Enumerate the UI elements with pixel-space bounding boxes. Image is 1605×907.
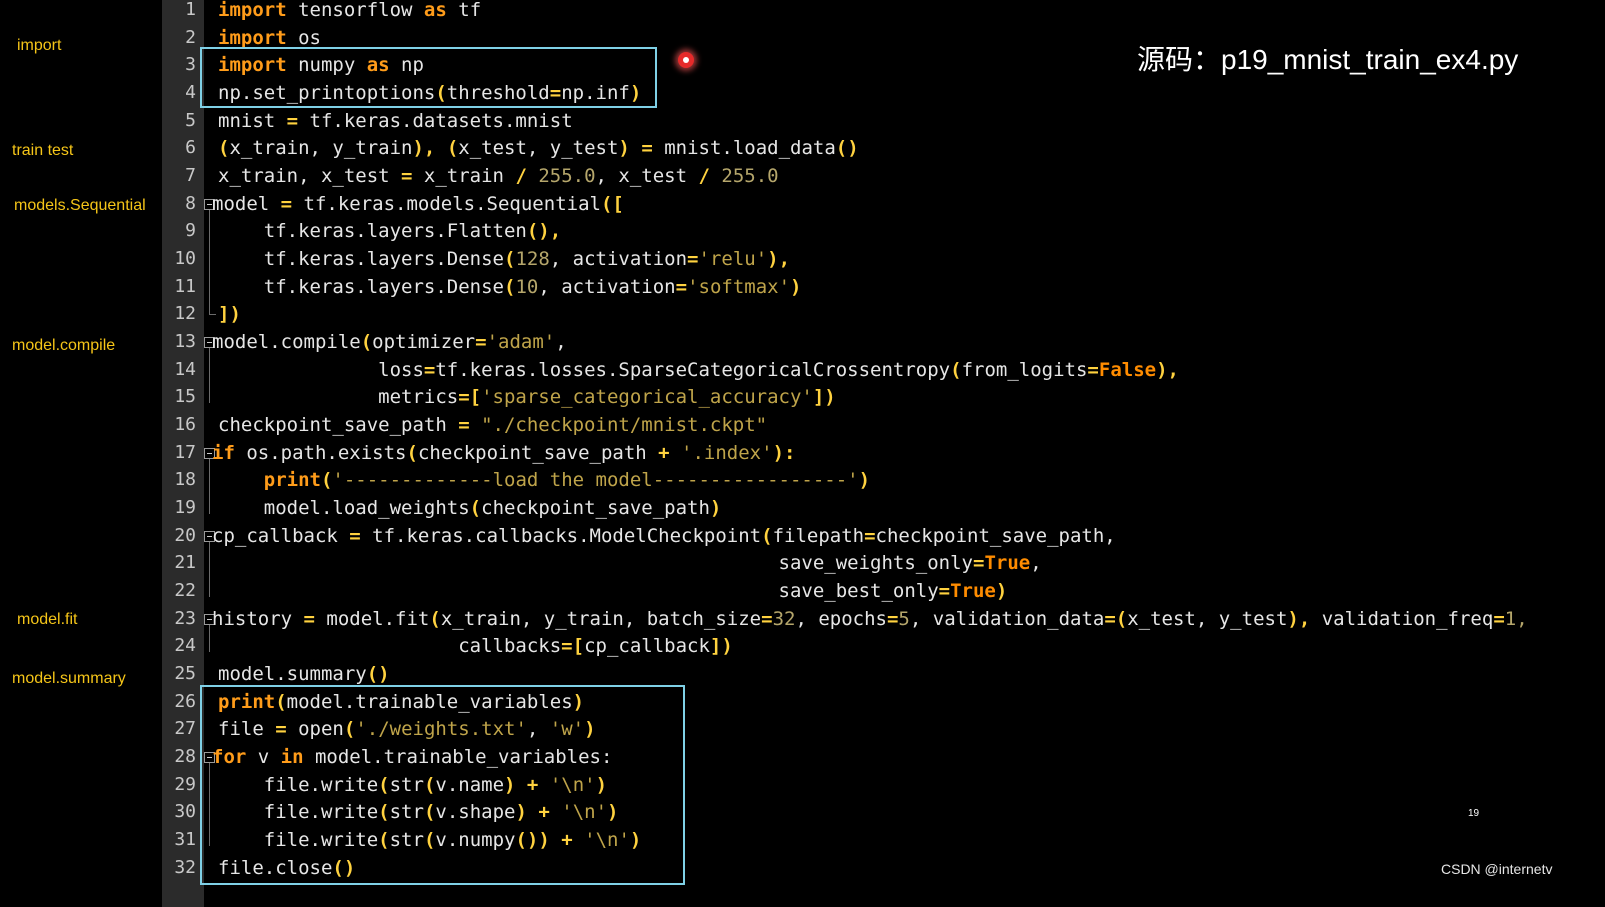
- line-number: 20: [174, 525, 196, 546]
- section-label-train-test: train test: [12, 142, 74, 159]
- section-label-import: import: [17, 37, 62, 54]
- fold-guide: [209, 348, 210, 403]
- section-label-sequential: models.Sequential: [14, 197, 146, 214]
- code-line: callbacks=[cp_callback]): [218, 635, 733, 657]
- fold-guide-end: [209, 314, 216, 315]
- fold-guide: [209, 210, 210, 314]
- fold-guide: [209, 542, 210, 597]
- line-number: 32: [174, 857, 196, 878]
- section-label-summary: model.summary: [12, 670, 126, 687]
- code-line: save_best_only=True): [218, 580, 1008, 602]
- code-line: mnist = tf.keras.datasets.mnist: [218, 110, 573, 132]
- line-number: 7: [185, 165, 196, 186]
- line-number: 31: [174, 829, 196, 850]
- code-line: print('-------------load the model------…: [263, 469, 871, 491]
- line-number: 17: [174, 442, 196, 463]
- line-number: 22: [174, 580, 196, 601]
- line-number: 25: [174, 663, 196, 684]
- line-number: 23: [174, 608, 196, 629]
- watermark: CSDN @internetv: [1441, 861, 1553, 877]
- line-number: 5: [185, 110, 196, 131]
- code-line: (x_train, y_train), (x_test, y_test) = m…: [218, 137, 859, 159]
- highlight-box-export-weights: [200, 685, 685, 885]
- code-line: model.load_weights(checkpoint_save_path): [218, 497, 722, 519]
- highlight-box-numpy: [200, 47, 657, 108]
- line-number: 1: [185, 0, 196, 20]
- code-line: import tensorflow as tf: [218, 0, 482, 21]
- line-number: 29: [174, 774, 196, 795]
- code-line: loss=tf.keras.losses.SparseCategoricalCr…: [218, 359, 1179, 381]
- code-line: tf.keras.layers.Flatten(),: [218, 220, 562, 242]
- line-number: 30: [174, 801, 196, 822]
- line-number-gutter: 1 2 3 4 5 6 7 8 9 10 11 12 13 14 15 16 1…: [162, 0, 204, 907]
- code-line: save_weights_only=True,: [218, 552, 1042, 574]
- code-line: model = tf.keras.models.Sequential([: [212, 193, 624, 215]
- line-number: 15: [174, 386, 196, 407]
- line-number: 8: [185, 193, 196, 214]
- fold-guide: [209, 625, 210, 652]
- line-number: 16: [174, 414, 196, 435]
- section-label-compile: model.compile: [12, 337, 116, 354]
- line-number: 18: [174, 469, 196, 490]
- line-number: 14: [174, 359, 196, 380]
- line-number: 24: [174, 635, 196, 656]
- code-line: tf.keras.layers.Dense(10, activation='so…: [218, 276, 802, 298]
- code-line: ]): [218, 303, 241, 325]
- line-number: 9: [185, 220, 196, 241]
- code-line: model.summary(): [218, 663, 390, 685]
- line-number: 19: [174, 497, 196, 518]
- code-line: if os.path.exists(checkpoint_save_path +…: [212, 442, 796, 464]
- code-line: history = model.fit(x_train, y_train, ba…: [212, 608, 1528, 630]
- line-number: 11: [174, 276, 196, 297]
- line-number: 13: [174, 331, 196, 352]
- line-number: 26: [174, 691, 196, 712]
- line-number: 10: [174, 248, 196, 269]
- page-number: 19: [1468, 808, 1480, 819]
- line-number: 4: [185, 82, 196, 103]
- line-number: 12: [174, 303, 196, 324]
- code-line: model.compile(optimizer='adam',: [212, 331, 567, 353]
- code-line: tf.keras.layers.Dense(128, activation='r…: [218, 248, 791, 270]
- section-label-panel: import train test models.Sequential mode…: [0, 0, 162, 907]
- code-line: metrics=['sparse_categorical_accuracy']): [218, 386, 836, 408]
- line-number: 27: [174, 718, 196, 739]
- pointer-cursor-icon: [678, 52, 694, 68]
- fold-guide: [209, 459, 210, 514]
- line-number: 21: [174, 552, 196, 573]
- line-number: 3: [185, 54, 196, 75]
- source-file-title: 源码：p19_mnist_train_ex4.py: [1137, 44, 1519, 75]
- code-line: checkpoint_save_path = "./checkpoint/mni…: [218, 414, 768, 436]
- line-number: 6: [185, 137, 196, 158]
- code-line: cp_callback = tf.keras.callbacks.ModelCh…: [212, 525, 1116, 547]
- code-line: x_train, x_test = x_train / 255.0, x_tes…: [218, 165, 779, 187]
- line-number: 28: [174, 746, 196, 767]
- line-number: 2: [185, 27, 196, 48]
- section-label-fit: model.fit: [17, 611, 78, 628]
